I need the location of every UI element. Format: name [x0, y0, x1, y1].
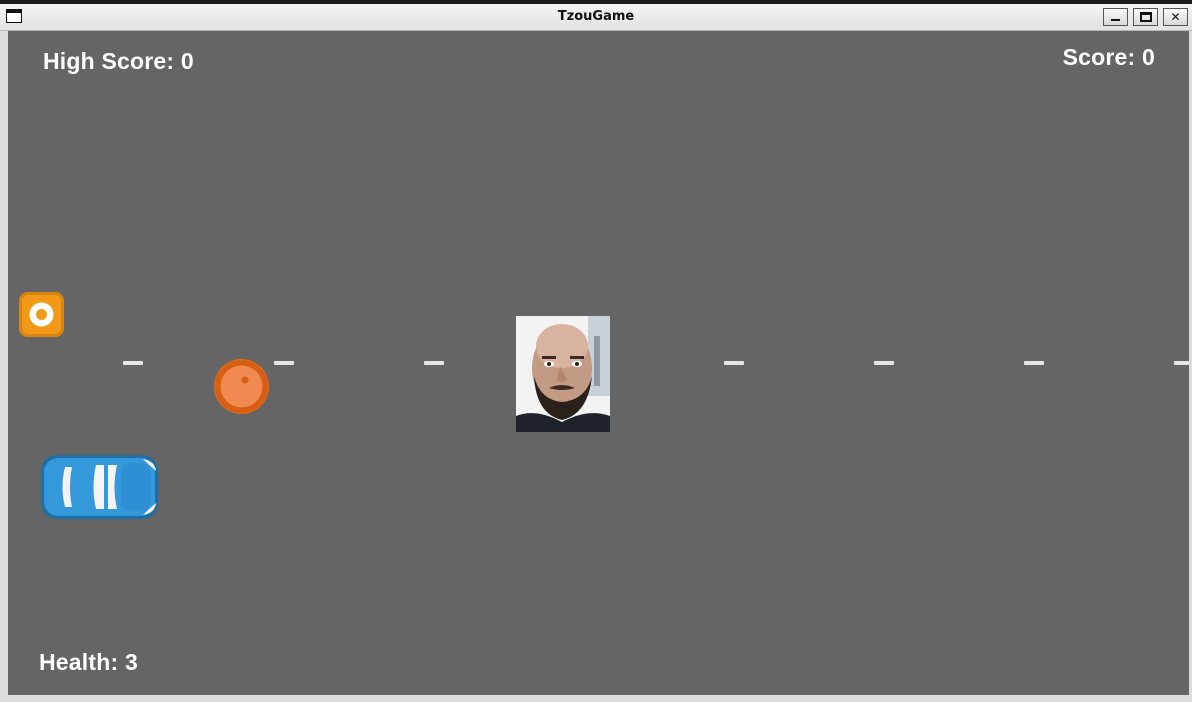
- lane-dash: [1174, 361, 1189, 365]
- player-face-photo: [516, 316, 610, 432]
- ball-icon: [215, 360, 268, 413]
- score-label: Score: 0: [1062, 44, 1155, 70]
- maximize-button[interactable]: [1133, 8, 1158, 26]
- high-score-label: High Score: 0: [43, 48, 194, 74]
- health-label: Health: 3: [39, 649, 138, 675]
- lane-dash: [724, 361, 744, 365]
- lane-dash: [424, 361, 444, 365]
- close-button[interactable]: ✕: [1163, 8, 1188, 26]
- ring-icon: [29, 302, 54, 327]
- lane-dash: [1024, 361, 1044, 365]
- face-photo-image: [516, 316, 610, 432]
- minimize-icon: [1111, 19, 1120, 21]
- maximize-icon: [1140, 12, 1152, 22]
- car-icon: [41, 455, 158, 519]
- title-bar[interactable]: TzouGame ✕: [0, 4, 1192, 31]
- game-canvas[interactable]: High Score: 0 Score: 0 Health: 3: [8, 31, 1189, 695]
- lane-dash: [123, 361, 143, 365]
- orange-ball-obstacle: [214, 359, 269, 414]
- lane-dash: [874, 361, 894, 365]
- window-title: TzouGame: [557, 9, 635, 24]
- powerup-ring-item: [19, 292, 64, 337]
- game-window: TzouGame ✕ High Score: 0 Score: 0 Health…: [0, 4, 1192, 702]
- lane-dash: [274, 361, 294, 365]
- close-icon: ✕: [1170, 10, 1181, 24]
- minimize-button[interactable]: [1103, 8, 1128, 26]
- blue-car-vehicle: [39, 453, 160, 523]
